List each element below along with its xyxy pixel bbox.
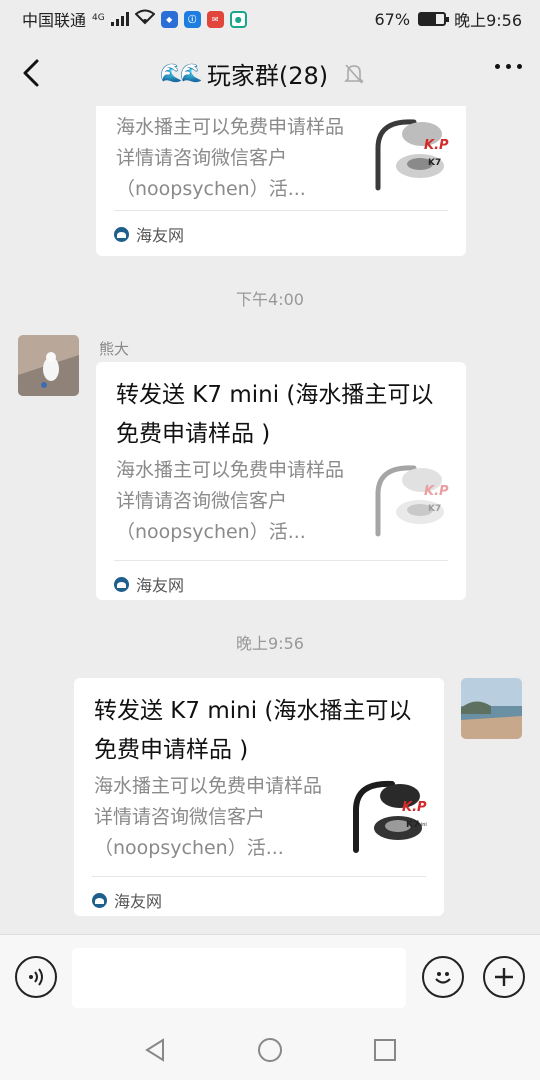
source-logo-icon [114, 576, 129, 592]
source-name: 海友网 [114, 892, 163, 911]
signal-icon [110, 12, 129, 26]
thumb-logo: K.P [402, 800, 427, 815]
thumb-model-suffix: mini [416, 822, 427, 828]
chat-header: 🌊🌊 玩家群(28) [0, 40, 540, 106]
wave-emoji: 🌊🌊 [160, 63, 203, 84]
thumb-logo: K.P [424, 138, 449, 153]
network-type: 4G [92, 13, 105, 23]
link-card-title: 转发送 K7 mini (海水播主可以免费申请样品 ) [116, 382, 434, 447]
status-bar: 中国联通 4G ◆ ⓘ ✉ ● 67% 晚上9:56 [0, 0, 540, 38]
timestamp: 晚上9:56 [236, 634, 304, 653]
link-card-source: 海友网 [92, 888, 162, 912]
link-card[interactable]: 转发送 K7 mini (海水播主可以免费申请样品 ) 海水播主可以免费申请样品… [74, 678, 444, 916]
bell-off-icon [344, 63, 365, 84]
thumb-model: K7 [428, 158, 442, 168]
plus-icon [495, 968, 513, 986]
circle-home-icon [258, 1038, 282, 1062]
link-card-thumbnail: K.P K7 mini [350, 774, 430, 864]
chat-title: 玩家群(28) [206, 62, 329, 90]
message-input[interactable] [72, 948, 406, 1008]
source-name: 海友网 [136, 226, 185, 245]
link-card-divider [114, 560, 448, 561]
link-card-source: 海友网 [114, 222, 184, 246]
nav-recent-button[interactable] [371, 1036, 399, 1064]
voice-icon [29, 968, 43, 986]
status-left: 中国联通 4G ◆ ⓘ ✉ ● [22, 7, 247, 31]
clock: 晚上9:56 [454, 11, 522, 30]
link-card-divider [114, 210, 448, 211]
back-button[interactable] [14, 56, 48, 90]
chat-app-icon: ● [229, 10, 247, 28]
voice-button[interactable] [15, 956, 57, 998]
battery-percent: 67% [374, 9, 411, 29]
link-card-source: 海友网 [114, 572, 184, 596]
chat-area[interactable]: 海水播主可以免费申请样品详情请咨询微信客户（noopsychen）活... K.… [0, 106, 540, 934]
source-logo-icon [92, 892, 107, 908]
status-right: 67% 晚上9:56 [375, 7, 523, 31]
mail-app-icon: ✉ [206, 10, 224, 28]
shield-app-icon: ◆ [160, 10, 178, 28]
carrier-name: 中国联通 [22, 11, 87, 30]
nav-home-button[interactable] [256, 1036, 284, 1064]
avatar-xiongda[interactable] [18, 335, 79, 396]
chevron-left-icon [23, 59, 39, 87]
battery-icon [418, 12, 450, 26]
link-card[interactable]: 海水播主可以免费申请样品详情请咨询微信客户（noopsychen）活... K.… [96, 106, 466, 256]
timestamp: 下午4:00 [236, 290, 304, 309]
avatar-self[interactable] [461, 678, 522, 739]
source-logo-icon [114, 226, 129, 242]
triangle-back-icon [145, 1038, 164, 1062]
thumb-logo: K.P [424, 484, 449, 499]
plus-button[interactable] [483, 956, 525, 998]
system-nav-bar [0, 1020, 540, 1080]
emoji-button[interactable] [422, 956, 464, 998]
thumb-model: K7 [428, 504, 442, 514]
bulb-app-icon: ⓘ [183, 10, 201, 28]
link-card-thumbnail: K.P K7 [372, 458, 452, 548]
link-card[interactable]: 转发送 K7 mini (海水播主可以免费申请样品 ) 海水播主可以免费申请样品… [96, 362, 466, 600]
input-bar [0, 934, 540, 1020]
wifi-icon [134, 9, 156, 29]
link-card-desc: 海水播主可以免费申请样品详情请咨询微信客户（noopsychen）活... [94, 775, 323, 859]
emoji-icon [435, 972, 451, 984]
nav-back-button[interactable] [141, 1036, 169, 1064]
link-card-desc: 海水播主可以免费申请样品详情请咨询微信客户（noopsychen）活... [116, 459, 345, 543]
link-card-title: 转发送 K7 mini (海水播主可以免费申请样品 ) [94, 698, 412, 763]
source-name: 海友网 [136, 576, 185, 595]
more-button[interactable] [495, 64, 522, 69]
link-card-desc: 海水播主可以免费申请样品详情请咨询微信客户（noopsychen）活... [116, 116, 345, 200]
chat-title-area[interactable]: 🌊🌊 玩家群(28) [160, 56, 365, 91]
sender-name: 熊大 [99, 340, 130, 358]
link-card-divider [92, 876, 426, 877]
link-card-thumbnail: K.P K7 [372, 112, 452, 202]
square-recent-icon [374, 1039, 396, 1061]
